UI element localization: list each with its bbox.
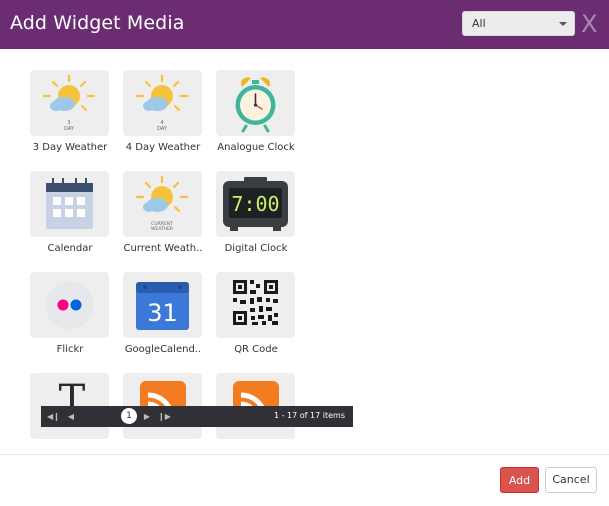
widget-label: Digital Clock: [224, 243, 288, 254]
widget-label: Flickr: [56, 344, 84, 355]
add-button[interactable]: Add: [500, 467, 539, 493]
widget-label: Current Weath..: [123, 243, 203, 254]
widget-tile-digital-clock[interactable]: 7:00 Digital Clock: [216, 171, 308, 254]
widget-tile-3-day-weather[interactable]: 3 DAY 3 Day Weather: [30, 70, 122, 153]
caret-down-icon: [559, 22, 567, 26]
widget-tile-current-weather[interactable]: CURRENT WEATHER Current Weath..: [123, 171, 215, 254]
digital-clock-icon: 7:00: [216, 171, 295, 237]
svg-text:DAY: DAY: [157, 126, 168, 132]
alarm-clock-icon: [216, 70, 295, 136]
weather-4day-icon: 4 DAY: [123, 70, 202, 136]
cancel-button[interactable]: Cancel: [545, 467, 597, 493]
current-page-button[interactable]: 1: [121, 408, 137, 424]
widget-tile-qr-code[interactable]: QR Code: [216, 272, 308, 355]
google-calendar-day: 31: [147, 299, 178, 327]
widget-tile-flickr[interactable]: Flickr: [30, 272, 122, 355]
widget-label: 3 Day Weather: [32, 142, 108, 153]
add-widget-media-dialog: Add Widget Media All X 3 DAY 3 Day Weath…: [0, 0, 609, 506]
google-calendar-icon: 31: [123, 272, 202, 338]
widget-label: Calendar: [47, 243, 93, 254]
footer-divider: [0, 454, 609, 455]
widget-tile-google-calendar[interactable]: 31 GoogleCalend..: [123, 272, 215, 355]
qr-code-icon: [216, 272, 295, 338]
widget-label: 4 Day Weather: [125, 142, 201, 153]
flickr-icon: [30, 272, 109, 338]
svg-text:DAY: DAY: [64, 126, 75, 132]
calendar-icon: [30, 171, 109, 237]
digital-clock-time: 7:00: [231, 192, 279, 216]
widget-label: Analogue Clock: [217, 142, 295, 153]
dialog-title: Add Widget Media: [10, 12, 185, 34]
widget-grid: 3 DAY 3 Day Weather 4 DAY 4 Day Weather …: [0, 49, 609, 454]
first-page-icon[interactable]: ◀❙: [47, 410, 60, 423]
widget-tile-4-day-weather[interactable]: 4 DAY 4 Day Weather: [123, 70, 215, 153]
filter-select[interactable]: All: [462, 11, 575, 36]
next-page-icon[interactable]: ▶: [141, 410, 153, 423]
pagination-bar: ◀❙ ◀ 1 ▶ ❙▶ 1 - 17 of 17 items: [41, 406, 353, 427]
widget-tile-calendar[interactable]: Calendar: [30, 171, 122, 254]
previous-page-icon[interactable]: ◀: [65, 410, 77, 423]
widget-tile-analogue-clock[interactable]: Analogue Clock: [216, 70, 308, 153]
last-page-icon[interactable]: ❙▶: [158, 410, 171, 423]
weather-3day-icon: 3 DAY: [30, 70, 109, 136]
current-weather-icon: CURRENT WEATHER: [123, 171, 202, 237]
filter-select-value: All: [472, 17, 486, 30]
close-icon[interactable]: X: [581, 12, 597, 36]
widget-label: GoogleCalend..: [124, 344, 202, 355]
widget-label: QR Code: [234, 344, 278, 355]
svg-text:WEATHER: WEATHER: [151, 226, 173, 232]
pagination-info: 1 - 17 of 17 items: [273, 411, 345, 420]
dialog-header: Add Widget Media All X: [0, 0, 609, 49]
